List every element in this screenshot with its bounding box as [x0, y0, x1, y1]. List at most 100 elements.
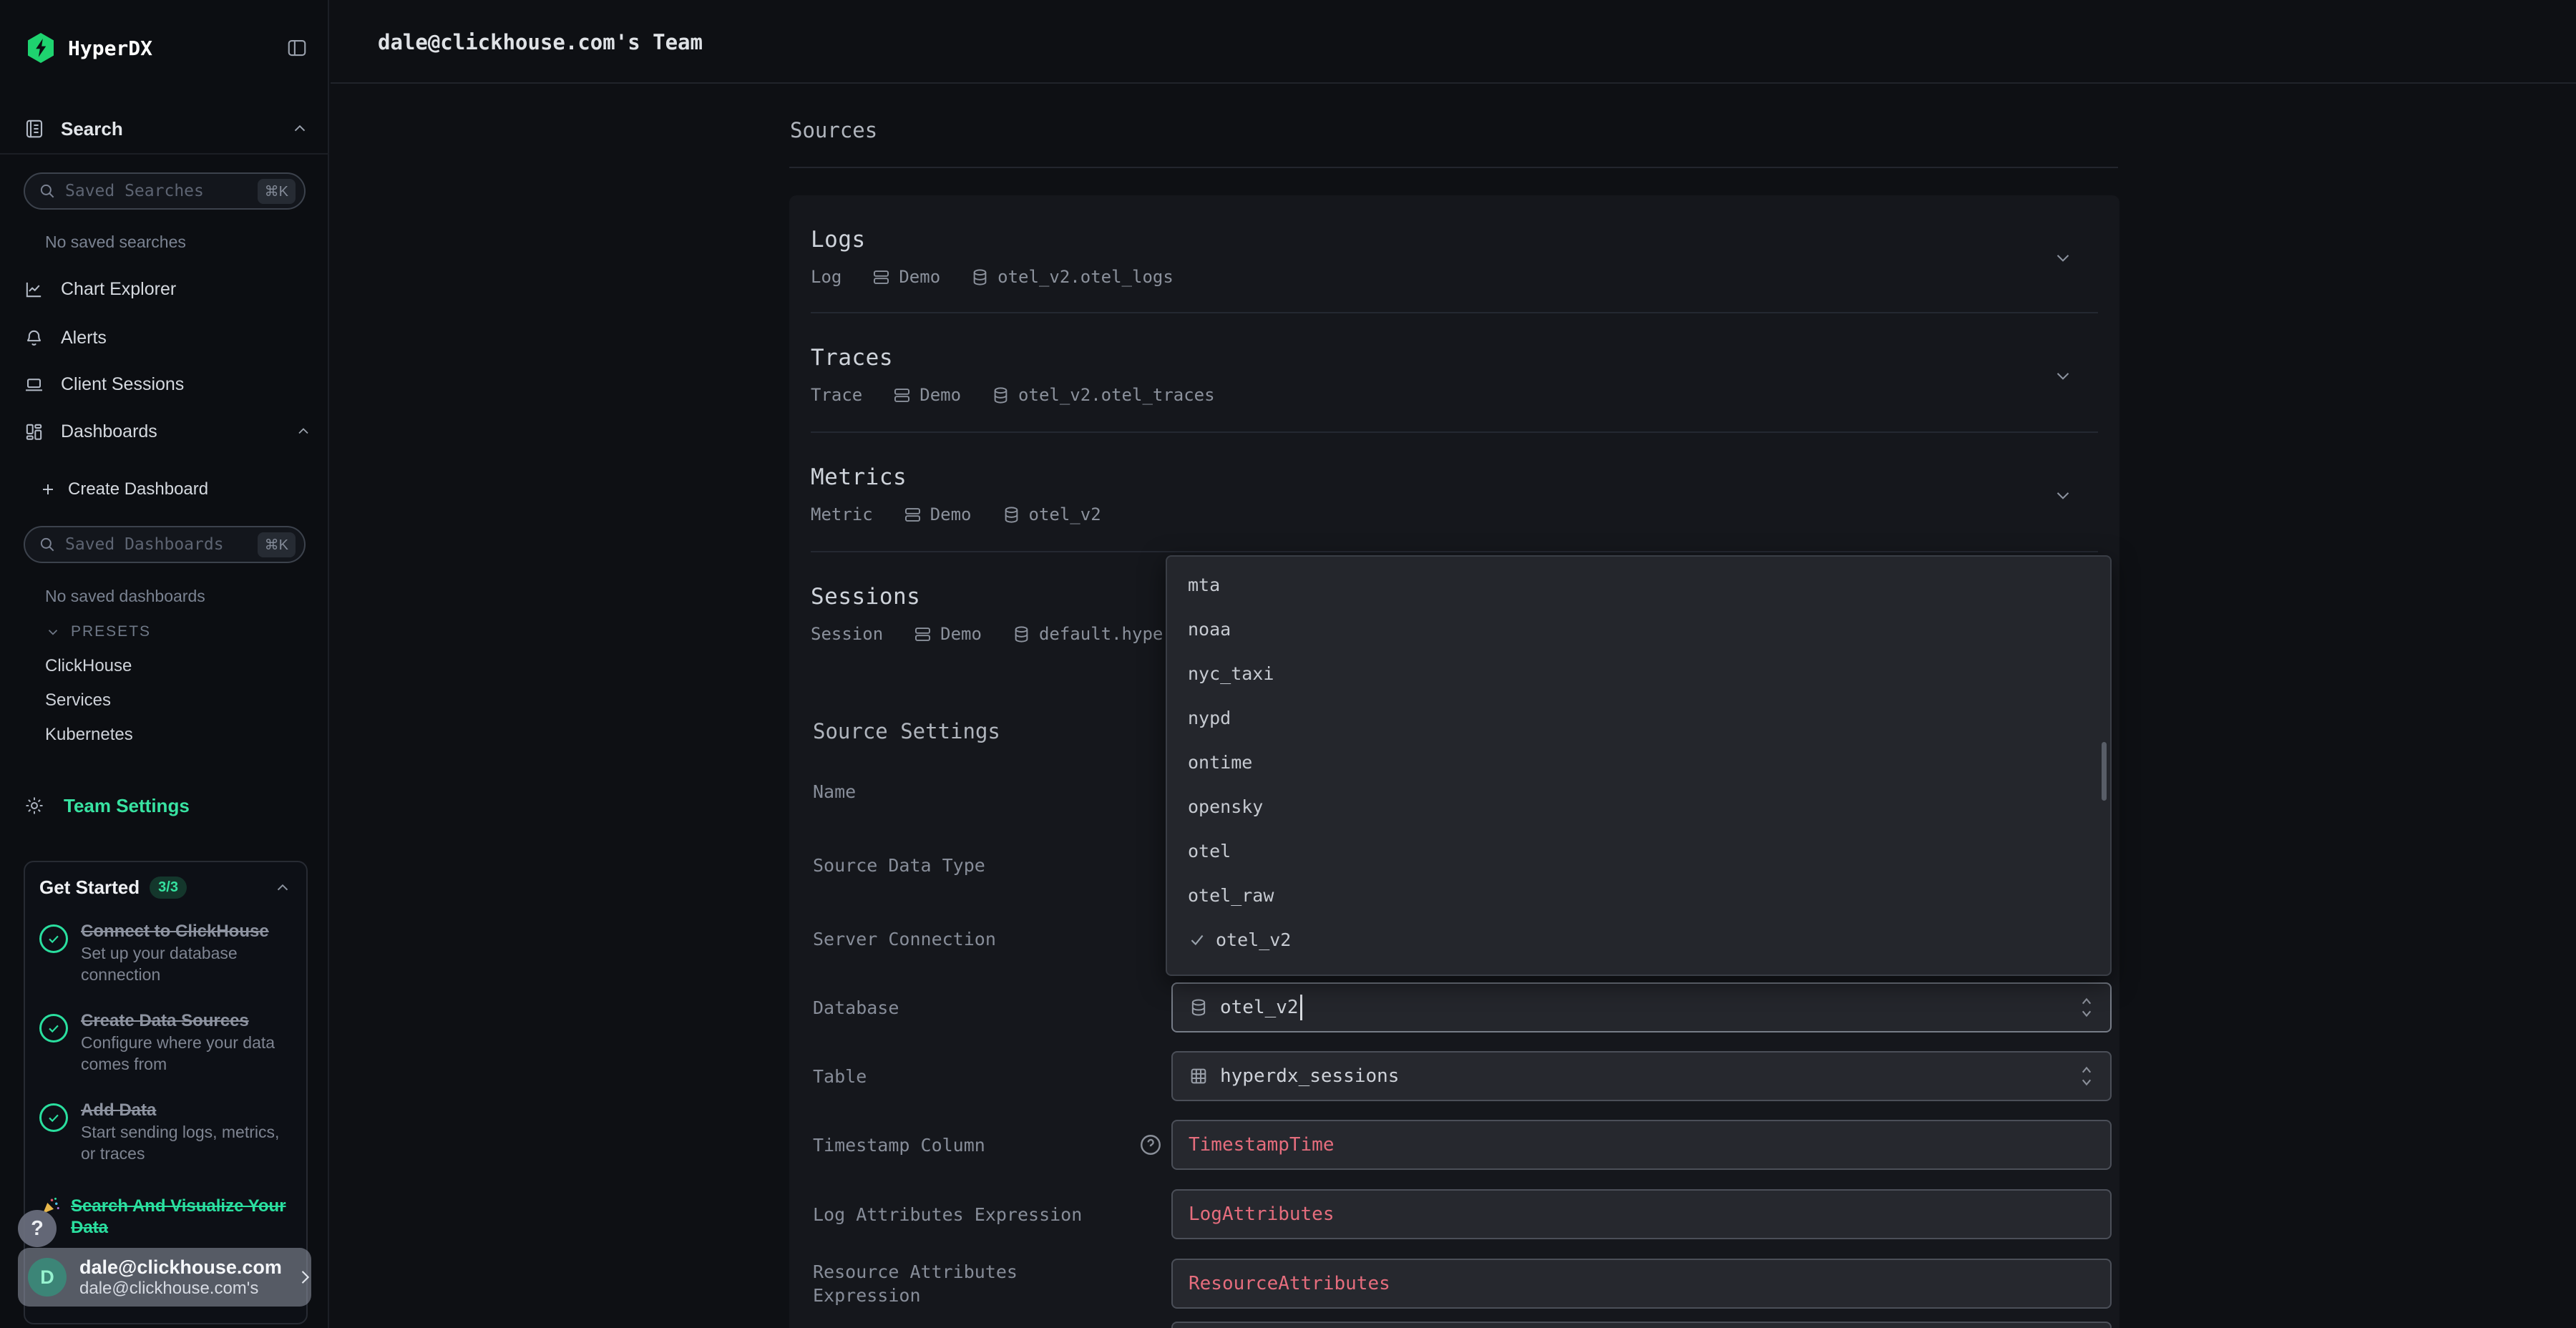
next-field-input-partial[interactable]: [1171, 1322, 2112, 1328]
dropdown-option[interactable]: noaa: [1167, 607, 2110, 651]
shortcut-badge: ⌘K: [258, 532, 296, 557]
user-team: dale@clickhouse.com's: [79, 1279, 282, 1299]
sidebar-divider: [0, 153, 329, 155]
chevron-down-icon[interactable]: [2052, 365, 2074, 386]
source-type-badge: Trace: [811, 385, 862, 405]
sidebar-item-dashboards[interactable]: Dashboards: [24, 416, 312, 447]
dropdown-option[interactable]: nyc_taxi: [1167, 651, 2110, 695]
timestamp-column-label: Timestamp Column: [813, 1120, 1113, 1170]
server-connection-label: Server Connection: [813, 914, 1149, 964]
database-icon: [1189, 997, 1209, 1017]
hyperdx-logo-icon: [24, 31, 58, 65]
database-dropdown: mta noaa nyc_taxi nypd ontime opensky ot…: [1166, 555, 2112, 976]
preset-item-kubernetes[interactable]: Kubernetes: [45, 725, 133, 745]
check-circle-icon: [39, 1103, 68, 1132]
sidebar-item-label: Dashboards: [61, 421, 157, 442]
help-button-label: ?: [31, 1217, 44, 1241]
server-icon: [903, 505, 922, 524]
field-row-resource-attributes: Resource Attributes Expression ResourceA…: [813, 1259, 2112, 1309]
no-saved-dashboards-note: No saved dashboards: [45, 587, 205, 606]
dropdown-option[interactable]: otel_raw: [1167, 873, 2110, 917]
field-row-table: Table hyperdx_sessions: [813, 1051, 2112, 1101]
get-started-item-title: Search And Visualize Your Data: [71, 1196, 292, 1239]
source-data-type-label: Source Data Type: [813, 840, 1149, 890]
option-label: mta: [1188, 575, 1220, 595]
source-row-logs: Logs Log Demo: [811, 195, 2098, 313]
log-attributes-value: LogAttributes: [1189, 1204, 1335, 1225]
resource-attributes-value: ResourceAttributes: [1189, 1273, 1390, 1294]
avatar-initial: D: [40, 1266, 54, 1289]
bell-icon: [24, 328, 44, 348]
shortcut-badge: ⌘K: [258, 179, 296, 204]
team-settings-link[interactable]: Team Settings: [24, 790, 312, 821]
database-select[interactable]: otel_v2: [1171, 982, 2112, 1032]
source-type-badge: Metric: [811, 504, 873, 524]
sidebar-item-alerts[interactable]: Alerts: [24, 322, 312, 353]
source-settings-title: Source Settings: [813, 719, 1000, 743]
field-row-database: Database otel_v2: [813, 982, 2112, 1032]
database-icon: [1002, 505, 1021, 524]
resource-attributes-label: Resource Attributes Expression: [813, 1259, 1042, 1309]
get-started-item[interactable]: Connect to ClickHouse Set up your databa…: [39, 920, 292, 985]
search-icon: [38, 182, 57, 200]
presets-toggle[interactable]: PRESETS: [45, 621, 151, 643]
resource-attributes-input[interactable]: ResourceAttributes: [1171, 1259, 2112, 1309]
sidebar-item-chart-explorer[interactable]: Chart Explorer: [24, 273, 312, 305]
field-row-log-attributes: Log Attributes Expression LogAttributes: [813, 1189, 2112, 1239]
chevron-right-icon: [295, 1267, 315, 1287]
source-type-badge: Log: [811, 267, 841, 287]
database-icon: [991, 386, 1010, 405]
server-icon: [872, 268, 891, 287]
chevron-down-icon[interactable]: [2052, 247, 2074, 268]
dropdown-option-selected[interactable]: otel_v2: [1167, 917, 2110, 962]
log-attributes-input[interactable]: LogAttributes: [1171, 1189, 2112, 1239]
timestamp-column-input[interactable]: TimestampTime: [1171, 1120, 2112, 1170]
dashboard-grid-icon: [24, 421, 44, 442]
user-menu[interactable]: D dale@clickhouse.com dale@clickhouse.co…: [18, 1248, 311, 1307]
select-chevrons-icon: [2077, 1063, 2096, 1089]
create-dashboard-button[interactable]: Create Dashboard: [39, 477, 208, 502]
chart-line-icon: [24, 279, 44, 300]
source-target-table: otel_v2.otel_logs: [997, 267, 1174, 287]
table-label: Table: [813, 1051, 1149, 1101]
dropdown-option[interactable]: opensky: [1167, 784, 2110, 829]
database-label: Database: [813, 982, 1149, 1032]
chevron-up-icon: [273, 879, 292, 897]
page-header: dale@clickhouse.com's Team: [331, 0, 2576, 84]
source-name: Traces: [811, 345, 2098, 371]
chevron-up-icon: [295, 423, 312, 440]
saved-dashboards-input[interactable]: Saved Dashboards ⌘K: [24, 526, 306, 563]
preset-item-services[interactable]: Services: [45, 690, 111, 711]
get-started-item-desc: Start sending logs, metrics, or traces: [81, 1121, 292, 1164]
help-button[interactable]: ?: [18, 1210, 57, 1247]
saved-searches-placeholder: Saved Searches: [65, 182, 204, 200]
get-started-item[interactable]: Create Data Sources Configure where your…: [39, 1010, 292, 1075]
help-circle-icon[interactable]: [1138, 1132, 1163, 1158]
get-started-item[interactable]: Add Data Start sending logs, metrics, or…: [39, 1099, 292, 1164]
table-value: hyperdx_sessions: [1220, 1065, 1399, 1087]
chevron-down-icon[interactable]: [2052, 484, 2074, 506]
chevron-up-icon: [291, 119, 309, 138]
dropdown-option[interactable]: otel: [1167, 829, 2110, 873]
create-dashboard-label: Create Dashboard: [68, 479, 208, 499]
dropdown-option[interactable]: nypd: [1167, 695, 2110, 740]
get-started-title: Get Started: [39, 877, 140, 899]
laptop-icon: [24, 374, 44, 395]
sidebar-collapse-icon[interactable]: [285, 37, 309, 59]
source-target-table: otel_v2: [1029, 504, 1101, 524]
option-label: otel_v2: [1216, 929, 1291, 950]
database-icon: [1012, 625, 1031, 644]
get-started-item-partial[interactable]: Search And Visualize Your Data: [39, 1196, 292, 1239]
saved-searches-input[interactable]: Saved Searches ⌘K: [24, 172, 306, 210]
sidebar-item-client-sessions[interactable]: Client Sessions: [24, 368, 312, 400]
dropdown-option[interactable]: ontime: [1167, 740, 2110, 784]
preset-item-clickhouse[interactable]: ClickHouse: [45, 656, 132, 676]
server-icon: [892, 386, 912, 405]
name-label: Name: [813, 766, 1149, 816]
table-select[interactable]: hyperdx_sessions: [1171, 1051, 2112, 1101]
sources-section-title: Sources: [790, 118, 877, 142]
dropdown-option[interactable]: mta: [1167, 562, 2110, 607]
sidebar-section-search[interactable]: Search: [24, 109, 309, 149]
get-started-header[interactable]: Get Started 3/3: [39, 877, 292, 899]
dropdown-scrollbar[interactable]: [2102, 742, 2107, 801]
